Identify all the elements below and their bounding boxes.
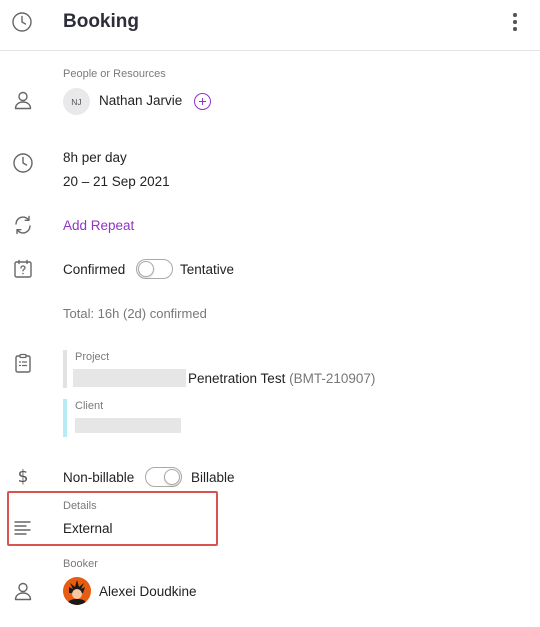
highlight-box bbox=[7, 491, 218, 546]
clipboard-icon bbox=[12, 352, 34, 374]
booking-header: Booking bbox=[0, 0, 540, 51]
date-range[interactable]: 20 – 21 Sep 2021 bbox=[63, 174, 170, 189]
booker-label: Booker bbox=[63, 558, 98, 570]
total-hours: Total: 16h (2d) confirmed bbox=[63, 306, 207, 321]
project-code: (BMT-210907) bbox=[289, 371, 376, 386]
billable-label: Billable bbox=[191, 470, 235, 485]
project-label: Project bbox=[75, 351, 110, 363]
toggle-knob bbox=[138, 261, 154, 277]
status-toggle[interactable] bbox=[136, 259, 173, 279]
hours-per-day[interactable]: 8h per day bbox=[63, 150, 127, 165]
client-bar bbox=[63, 399, 67, 437]
project-bar bbox=[63, 350, 67, 388]
billable-toggle[interactable] bbox=[145, 467, 182, 487]
confirmed-label: Confirmed bbox=[63, 262, 126, 277]
avatar-initials: NJ bbox=[71, 96, 82, 107]
project-redacted bbox=[73, 369, 186, 387]
clock-icon bbox=[11, 11, 33, 33]
svg-text:$: $ bbox=[18, 467, 29, 487]
calendar-question-icon bbox=[12, 258, 34, 280]
non-billable-label: Non-billable bbox=[63, 470, 135, 485]
avatar: NJ bbox=[63, 88, 90, 115]
client-redacted bbox=[75, 418, 181, 433]
avatar bbox=[63, 577, 91, 605]
person-icon bbox=[12, 580, 34, 602]
page-title: Booking bbox=[63, 11, 139, 32]
more-vertical-icon[interactable] bbox=[506, 13, 524, 33]
toggle-knob bbox=[164, 469, 180, 485]
person-icon bbox=[12, 89, 34, 111]
clock-icon bbox=[12, 152, 34, 174]
people-label: People or Resources bbox=[63, 68, 166, 80]
person-name: Nathan Jarvie bbox=[99, 93, 183, 108]
dollar-icon: $ bbox=[12, 465, 34, 487]
plus-circle-icon[interactable] bbox=[194, 93, 211, 110]
tentative-label: Tentative bbox=[180, 262, 235, 277]
project-title: Penetration Test bbox=[188, 371, 286, 386]
add-repeat-link[interactable]: Add Repeat bbox=[63, 218, 134, 233]
client-label: Client bbox=[75, 400, 104, 412]
project-name[interactable]: Penetration Test (BMT-210907) bbox=[188, 371, 375, 386]
repeat-icon bbox=[12, 214, 34, 236]
booker-name: Alexei Doudkine bbox=[99, 584, 197, 599]
